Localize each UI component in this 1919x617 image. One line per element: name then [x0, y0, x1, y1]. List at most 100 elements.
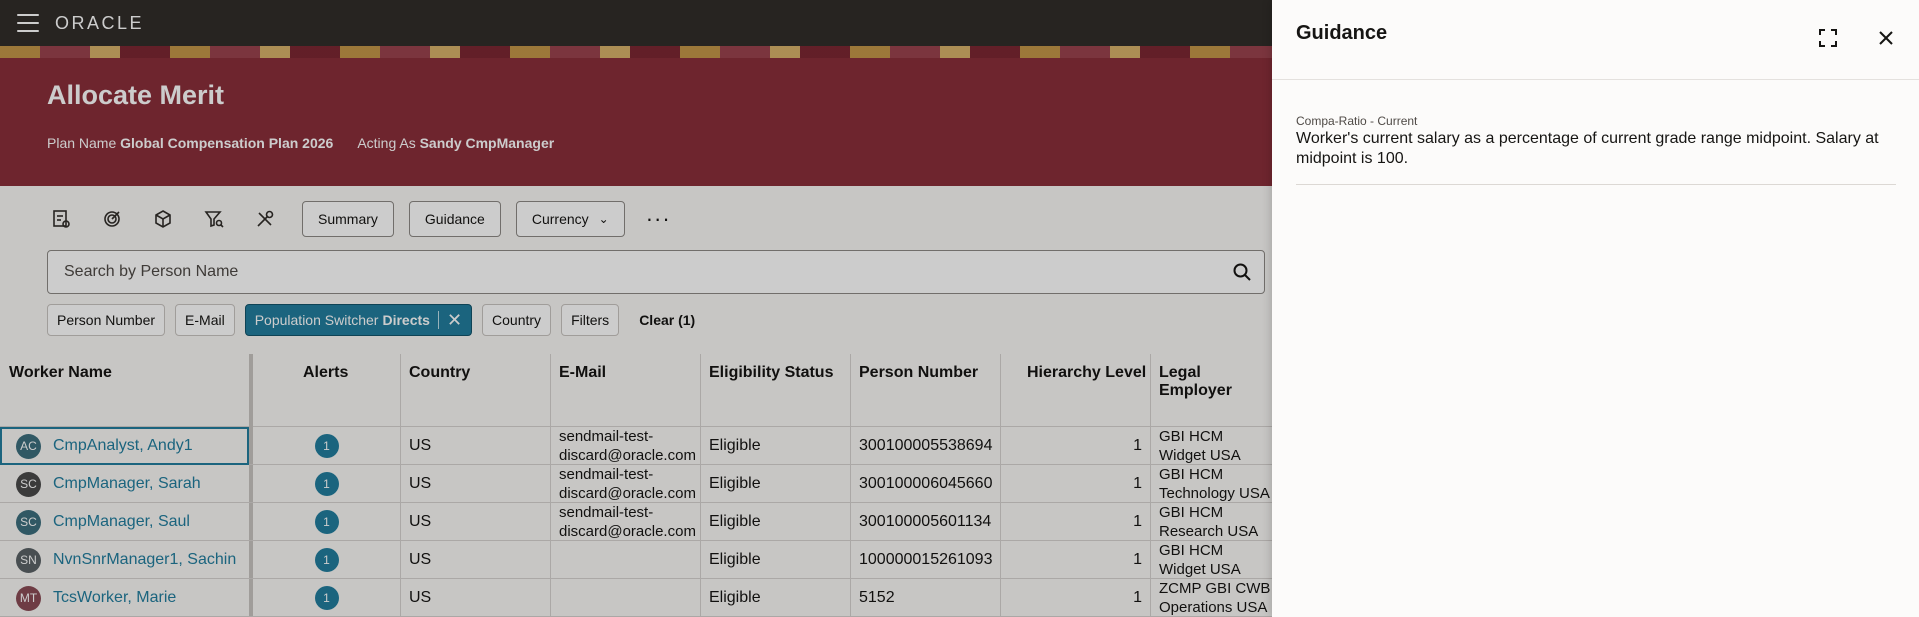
- table-row[interactable]: SN NvnSnrManager1, Sachin 1 US Eligible 10000…: [0, 541, 1272, 579]
- avatar: SC: [16, 471, 41, 497]
- alerts-badge[interactable]: 1: [314, 548, 339, 572]
- email-cell: sendmail-test-discard@oracle.com: [559, 466, 696, 502]
- filter-email[interactable]: E-Mail: [175, 304, 235, 336]
- col-alerts[interactable]: Alerts: [303, 364, 348, 382]
- legal-employer-cell: GBI HCM Widget USA: [1159, 428, 1241, 464]
- currency-dropdown[interactable]: Currency ⌄: [515, 201, 625, 237]
- worker-name-link[interactable]: TcsWorker, Marie: [53, 589, 176, 607]
- main-app: ORACLE Allocate Merit Plan Name Global C…: [0, 0, 1272, 617]
- worker-name-link[interactable]: CmpManager, Sarah: [53, 475, 201, 493]
- report-icon[interactable]: [47, 205, 75, 233]
- avatar: MT: [16, 585, 41, 611]
- drawer-header: Guidance: [1272, 0, 1919, 80]
- worker-name-cell[interactable]: SC CmpManager, Saul: [0, 503, 249, 541]
- acting-as-value: Sandy CmpManager: [419, 135, 555, 151]
- filter-person-number[interactable]: Person Number: [47, 304, 166, 336]
- filter-filters[interactable]: Filters: [561, 304, 620, 336]
- cube-icon[interactable]: [149, 205, 177, 233]
- col-legal-employer[interactable]: Legal Employer: [1159, 364, 1272, 400]
- alerts-badge[interactable]: 1: [314, 434, 339, 458]
- country-cell: US: [409, 513, 432, 530]
- email-cell: [559, 579, 699, 617]
- plan-name: Plan Name Global Compensation Plan 2026: [47, 135, 333, 151]
- alerts-cell: 1: [253, 503, 400, 541]
- table-row[interactable]: MT TcsWorker, Marie 1 US Eligible 5152 1 ZCMP G…: [0, 579, 1272, 617]
- email-cell: sendmail-test-discard@oracle.com: [559, 504, 696, 540]
- search-input[interactable]: [48, 251, 1220, 293]
- search-icon[interactable]: [1220, 262, 1264, 282]
- currency-label: Currency: [531, 211, 589, 227]
- more-actions-icon[interactable]: ···: [646, 208, 671, 230]
- banner-pattern: [0, 46, 1272, 58]
- table-header: Worker Name Alerts Country E-Mail Eligib…: [0, 354, 1272, 427]
- clear-filters-button[interactable]: Clear (1): [639, 312, 695, 328]
- plan-info: Plan Name Global Compensation Plan 2026 …: [47, 135, 554, 151]
- filter-population-switcher[interactable]: Population Switcher Directs ✕: [244, 304, 473, 336]
- legal-employer-cell: GBI HCM Technology USA: [1159, 466, 1270, 502]
- col-hierarchy[interactable]: Hierarchy Level: [1027, 364, 1146, 382]
- page-banner: Allocate Merit Plan Name Global Compensa…: [0, 46, 1272, 186]
- country-cell: US: [409, 437, 432, 454]
- table-row[interactable]: AC CmpAnalyst, Andy1 1 US sendmail-test-disc…: [0, 427, 1272, 465]
- email-cell: [559, 541, 699, 579]
- eligibility-cell: Eligible: [709, 475, 761, 492]
- filter-search-icon[interactable]: [200, 205, 228, 233]
- col-email[interactable]: E-Mail: [559, 364, 606, 382]
- tools-icon[interactable]: [251, 205, 279, 233]
- plan-name-label: Plan Name: [47, 135, 117, 151]
- guidance-divider: [1296, 184, 1896, 185]
- col-worker-name[interactable]: Worker Name: [9, 364, 112, 382]
- hierarchy-cell: 1: [1133, 437, 1142, 454]
- filter-country[interactable]: Country: [482, 304, 552, 336]
- col-eligibility[interactable]: Eligibility Status: [709, 364, 833, 382]
- maximize-icon[interactable]: [1816, 26, 1840, 50]
- person-number-cell: 300100005601134: [859, 513, 992, 530]
- table-row[interactable]: SC CmpManager, Sarah 1 US sendmail-test-disc…: [0, 465, 1272, 503]
- alerts-cell: 1: [253, 579, 400, 617]
- alerts-badge[interactable]: 1: [314, 472, 339, 496]
- col-country[interactable]: Country: [409, 364, 470, 382]
- remove-filter-icon[interactable]: ✕: [447, 311, 462, 329]
- legal-employer-cell: GBI HCM Widget USA: [1159, 542, 1241, 578]
- close-icon[interactable]: [1874, 26, 1898, 50]
- drawer-title: Guidance: [1296, 22, 1388, 44]
- target-icon[interactable]: [98, 205, 126, 233]
- oracle-logo: ORACLE: [55, 12, 145, 33]
- hierarchy-cell: 1: [1133, 551, 1142, 568]
- legal-employer-cell: ZCMP GBI CWB Operations USA: [1159, 580, 1271, 616]
- guidance-button[interactable]: Guidance: [408, 201, 501, 237]
- worker-name-cell[interactable]: SN NvnSnrManager1, Sachin: [0, 541, 249, 579]
- country-cell: US: [409, 589, 432, 606]
- country-cell: US: [409, 475, 432, 492]
- col-person-number[interactable]: Person Number: [859, 364, 978, 382]
- eligibility-cell: Eligible: [709, 589, 761, 606]
- guidance-item-label: Compa-Ratio - Current: [1296, 114, 1418, 128]
- population-value: Directs: [382, 312, 430, 328]
- country-cell: US: [409, 551, 432, 568]
- acting-as-label: Acting As: [357, 135, 416, 151]
- menu-icon[interactable]: [17, 14, 39, 32]
- alerts-cell: 1: [253, 465, 400, 503]
- alerts-badge[interactable]: 1: [314, 586, 339, 610]
- worker-name-cell[interactable]: MT TcsWorker, Marie: [0, 579, 249, 617]
- avatar: SN: [16, 547, 41, 573]
- eligibility-cell: Eligible: [709, 551, 761, 568]
- worker-name-link[interactable]: NvnSnrManager1, Sachin: [53, 551, 236, 569]
- table-row[interactable]: SC CmpManager, Saul 1 US sendmail-test-disca…: [0, 503, 1272, 541]
- avatar: SC: [16, 509, 41, 535]
- worker-name-link[interactable]: CmpManager, Saul: [53, 513, 190, 531]
- worker-name-link[interactable]: CmpAnalyst, Andy1: [53, 437, 193, 455]
- alerts-cell: 1: [253, 427, 400, 465]
- summary-button[interactable]: Summary: [302, 201, 394, 237]
- person-number-cell: 300100006045660: [859, 475, 993, 492]
- table-body: AC CmpAnalyst, Andy1 1 US sendmail-test-disc…: [0, 427, 1272, 617]
- person-number-cell: 300100005538694: [859, 437, 993, 454]
- worker-name-cell[interactable]: AC CmpAnalyst, Andy1: [0, 427, 249, 465]
- person-number-cell: 5152: [859, 589, 895, 606]
- alerts-badge[interactable]: 1: [314, 510, 339, 534]
- hierarchy-cell: 1: [1133, 475, 1142, 492]
- avatar: AC: [16, 433, 41, 459]
- toolbar: Summary Guidance Currency ⌄ ···: [47, 201, 671, 237]
- acting-as: Acting As Sandy CmpManager: [357, 135, 554, 151]
- worker-name-cell[interactable]: SC CmpManager, Sarah: [0, 465, 249, 503]
